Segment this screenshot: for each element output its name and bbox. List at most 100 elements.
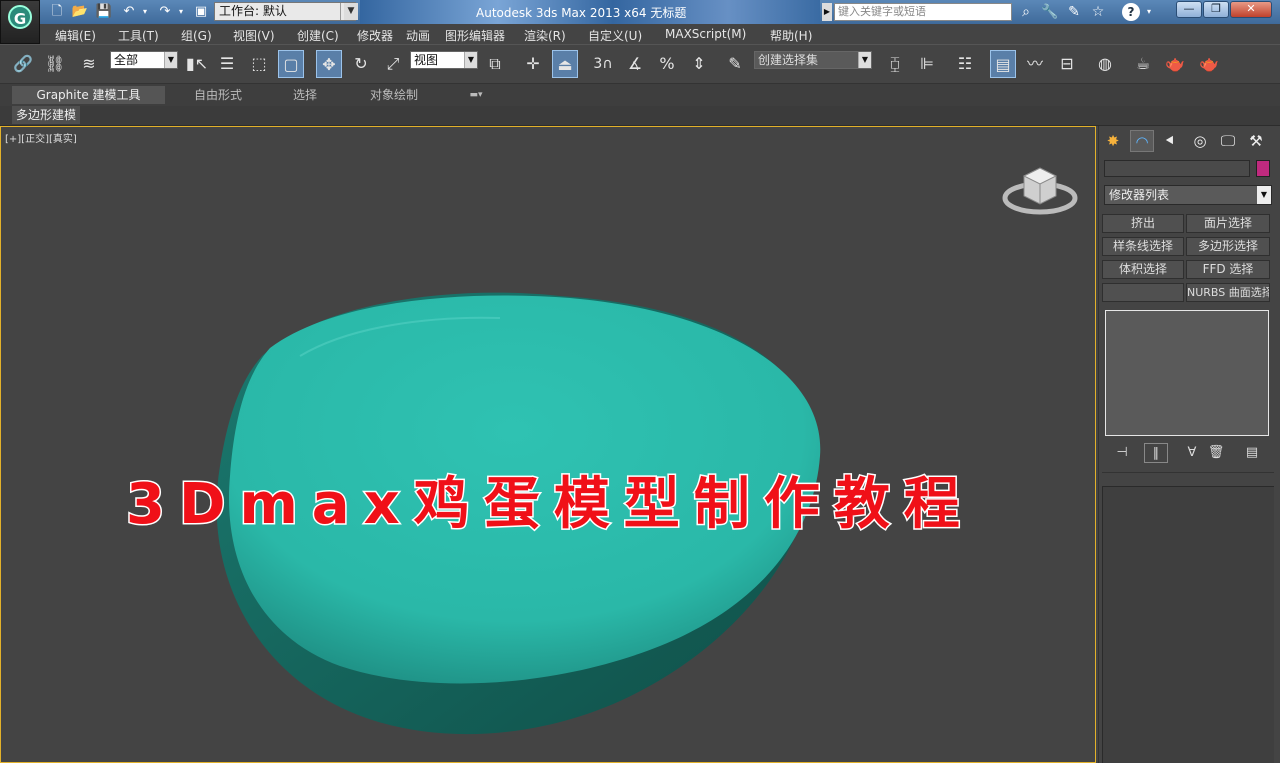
volume-select-button[interactable]: 体积选择 xyxy=(1102,260,1184,279)
pin-stack-icon[interactable]: ⊣ xyxy=(1110,443,1134,463)
spinner-snap-icon[interactable]: ⇕ xyxy=(686,50,712,78)
nurbs-surface-select-button[interactable]: NURBS 曲面选择 xyxy=(1186,283,1270,302)
workspace-dropdown[interactable]: 工作台: 默认 ▼ xyxy=(214,2,356,21)
viewport-label[interactable]: [+][正交][真实] xyxy=(5,130,77,145)
utilities-tab-icon[interactable]: ⚒ xyxy=(1244,130,1268,152)
render-production-icon[interactable]: 🫖 xyxy=(1196,50,1222,78)
tab-object-paint[interactable]: 对象绘制 xyxy=(368,86,420,104)
tab-polygon-modeling[interactable]: 多边形建模 xyxy=(12,106,81,124)
curve-editor-icon[interactable]: 〰 xyxy=(1022,50,1048,78)
menu-create[interactable]: 创建(C) xyxy=(297,27,339,44)
help-icon[interactable]: ? xyxy=(1122,3,1140,21)
edit-named-selection-icon[interactable]: ✎ xyxy=(722,50,748,78)
spline-select-button[interactable]: 样条线选择 xyxy=(1102,237,1184,256)
select-and-link-icon[interactable]: 🔗 xyxy=(10,50,36,78)
undo-icon[interactable]: ↶ xyxy=(120,3,138,20)
open-file-icon[interactable]: 📂 xyxy=(71,3,89,20)
pivot-point-center-icon[interactable]: ⧉ xyxy=(482,50,508,78)
angle-snap-icon[interactable]: ∡ xyxy=(622,50,648,78)
tab-freeform[interactable]: 自由形式 xyxy=(192,86,244,104)
modifier-list-dropdown[interactable]: 修改器列表 ▼ xyxy=(1104,185,1272,205)
viewcube-icon[interactable] xyxy=(1000,158,1080,222)
chevron-down-icon: ▼ xyxy=(464,52,477,68)
display-tab-icon[interactable]: 🖵 xyxy=(1216,130,1240,152)
menu-tools[interactable]: 工具(T) xyxy=(118,27,159,44)
snaps-toggle-icon[interactable]: 3∩ xyxy=(590,50,616,78)
egg-model[interactable] xyxy=(0,126,1096,763)
workspace-menu-icon[interactable]: ▼ xyxy=(344,3,358,20)
schematic-view-icon[interactable]: ⊟ xyxy=(1054,50,1080,78)
select-object-icon[interactable]: ▮↖ xyxy=(184,50,210,78)
select-and-rotate-icon[interactable]: ↻ xyxy=(348,50,374,78)
extrude-button[interactable]: 挤出 xyxy=(1102,214,1184,233)
empty-modifier-button[interactable] xyxy=(1102,283,1184,302)
chevron-down-icon: ▼ xyxy=(1257,186,1271,204)
tab-graphite-modeling[interactable]: Graphite 建模工具 xyxy=(12,86,165,104)
select-and-scale-icon[interactable]: ⤢ xyxy=(380,50,406,78)
undo-dropdown-icon[interactable]: ▾ xyxy=(140,3,150,20)
close-button[interactable]: ✕ xyxy=(1230,1,1272,18)
redo-dropdown-icon[interactable]: ▾ xyxy=(176,3,186,20)
favorites-star-icon[interactable]: ☆ xyxy=(1088,3,1108,21)
menu-animation[interactable]: 动画 xyxy=(406,27,430,44)
render-setup-icon[interactable]: ☕ xyxy=(1130,50,1156,78)
object-color-swatch[interactable] xyxy=(1256,160,1270,177)
menu-edit[interactable]: 编辑(E) xyxy=(55,27,96,44)
menu-customize[interactable]: 自定义(U) xyxy=(588,27,642,44)
menu-views[interactable]: 视图(V) xyxy=(233,27,275,44)
binoculars-icon[interactable]: ⌕ xyxy=(1016,3,1036,21)
reference-coordinate-dropdown[interactable]: 视图 ▼ xyxy=(410,51,478,69)
selection-filter-dropdown[interactable]: 全部 ▼ xyxy=(110,51,178,69)
poly-select-button[interactable]: 多边形选择 xyxy=(1186,237,1270,256)
material-editor-icon[interactable]: ◍ xyxy=(1092,50,1118,78)
new-file-icon[interactable]: 🗋 xyxy=(48,3,66,20)
named-selection-dropdown[interactable]: 创建选择集 ▼ xyxy=(754,51,872,69)
configure-modifier-sets-icon[interactable]: ▤ xyxy=(1240,443,1264,463)
unlink-selection-icon[interactable]: ⛓ xyxy=(42,50,68,78)
menu-modifiers[interactable]: 修改器 xyxy=(357,27,393,44)
menu-graph-editors[interactable]: 图形编辑器 xyxy=(445,27,505,44)
patch-select-button[interactable]: 面片选择 xyxy=(1186,214,1270,233)
minimize-button[interactable]: — xyxy=(1176,1,1202,18)
align-icon[interactable]: ⊫ xyxy=(914,50,940,78)
mirror-icon[interactable]: ⧮ xyxy=(882,50,908,78)
ffd-select-button[interactable]: FFD 选择 xyxy=(1186,260,1270,279)
rectangular-selection-icon[interactable]: ⬚ xyxy=(246,50,272,78)
object-name-field[interactable] xyxy=(1104,160,1250,177)
project-folder-icon[interactable]: ▣ xyxy=(192,3,210,20)
window-crossing-icon[interactable]: ▢ xyxy=(278,50,304,78)
keyboard-shortcut-override-icon[interactable]: ⏏ xyxy=(552,50,578,78)
select-by-name-icon[interactable]: ☰ xyxy=(214,50,240,78)
help-dropdown-icon[interactable]: ▾ xyxy=(1144,3,1154,21)
save-file-icon[interactable]: 💾 xyxy=(95,3,113,20)
bind-to-space-warp-icon[interactable]: ≋ xyxy=(76,50,102,78)
hierarchy-tab-icon[interactable]: ⯇ xyxy=(1158,130,1182,152)
ribbon-options-icon[interactable]: ▬▾ xyxy=(464,86,488,104)
layer-manager-icon[interactable]: ☷ xyxy=(952,50,978,78)
create-tab-icon[interactable]: ✸ xyxy=(1101,130,1125,152)
select-and-move-icon[interactable]: ✥ xyxy=(316,50,342,78)
modifier-stack-list[interactable] xyxy=(1105,310,1269,436)
rendered-frame-window-icon[interactable]: 🫖 xyxy=(1162,50,1188,78)
percent-snap-icon[interactable]: % xyxy=(654,50,680,78)
menu-rendering[interactable]: 渲染(R) xyxy=(524,27,566,44)
search-expand-icon[interactable]: ▶ xyxy=(822,3,832,21)
make-unique-icon[interactable]: ∀ xyxy=(1180,443,1204,463)
motion-tab-icon[interactable]: ◎ xyxy=(1188,130,1212,152)
restore-button[interactable]: ❐ xyxy=(1203,1,1229,18)
tab-selection[interactable]: 选择 xyxy=(290,86,320,104)
subscription-icon[interactable]: 🔧 xyxy=(1040,3,1060,21)
menu-help[interactable]: 帮助(H) xyxy=(770,27,812,44)
chevron-down-icon: ▼ xyxy=(858,52,871,68)
remove-modifier-icon[interactable]: 🗑 xyxy=(1204,443,1228,463)
select-and-manipulate-icon[interactable]: ✛ xyxy=(520,50,546,78)
graphite-modeling-tools-icon[interactable]: ▤ xyxy=(990,50,1016,78)
menu-maxscript[interactable]: MAXScript(M) xyxy=(665,27,746,41)
redo-icon[interactable]: ↷ xyxy=(156,3,174,20)
communication-icon[interactable]: ✎ xyxy=(1064,3,1084,21)
app-menu-button[interactable]: G xyxy=(0,0,40,44)
menu-group[interactable]: 组(G) xyxy=(181,27,212,44)
search-input[interactable]: 键入关键字或短语 xyxy=(834,3,1012,21)
modify-tab-icon[interactable]: ◠ xyxy=(1130,130,1154,152)
show-end-result-icon[interactable]: ∥ xyxy=(1144,443,1168,463)
